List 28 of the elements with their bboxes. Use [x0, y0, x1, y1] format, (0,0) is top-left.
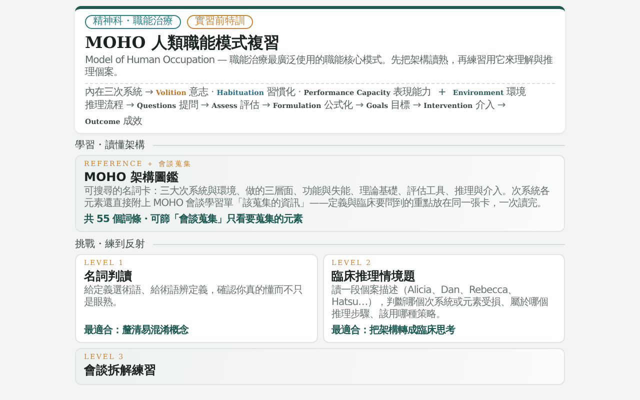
card-footer: 最適合：把架構轉成臨床思考 [332, 321, 556, 337]
separator: → [497, 99, 506, 112]
category-tag: 精神科・職能治療 [85, 15, 181, 29]
separator: · [211, 86, 214, 99]
card-title: 臨床推理情境題 [332, 269, 416, 284]
card-title: MOHO 架構圖鑑 [84, 170, 180, 185]
section-heading: 學習・讀懂架構 [75, 138, 145, 152]
separator: → [200, 99, 209, 112]
card-title: 名詞判讀 [84, 269, 133, 284]
separator: + [438, 86, 446, 99]
separator: → [145, 86, 153, 99]
card-title: 會談拆解練習 [84, 363, 157, 378]
flow-label: 內在三次系統 [85, 86, 142, 99]
card-description: 給定義選術語、給術語辨定義，確認你真的懂而不只是眼熟。 [84, 285, 304, 309]
card-description: 可搜尋的名詞卡：三大次系統與環境、做的三層面、功能與失能、理論基礎、評估工具、推理與介入。次系統各元素還直接附上 MOHO 會談學習單「該蒐集的資訊」——定義與臨床要問到的重點放在同一張卡，一次讀完。 [84, 186, 550, 210]
flow-label: 推理流程 [85, 99, 123, 112]
card-footer: 共 55 個詞條・可篩「會談蒐集」只看要蒐集的元素 [84, 210, 556, 226]
card-footer: 最適合：釐清易混淆概念 [84, 321, 308, 337]
separator: → [412, 99, 421, 112]
separator: · [298, 86, 301, 99]
card-description: 讀一段個案描述（Alicia、Dan、Rebecca、Hatsu…），判斷哪個次系統或元素受損、屬於哪個推理步驟、該用哪種策略。 [332, 285, 550, 321]
subtitle: Model of Human Occupation — 職能治療最廣泛使用的職能核心模式。先把架構讀熟，再練習用它來理解與推理個案。 [85, 55, 554, 79]
section-heading: 挑戰・練到反射 [75, 238, 145, 251]
page-title: MOHO 人類職能模式複習 [85, 33, 280, 53]
separator: → [126, 99, 134, 112]
separator: → [262, 99, 270, 112]
separator: → [355, 99, 364, 112]
category-tag: 實習前特訓 [187, 15, 253, 29]
